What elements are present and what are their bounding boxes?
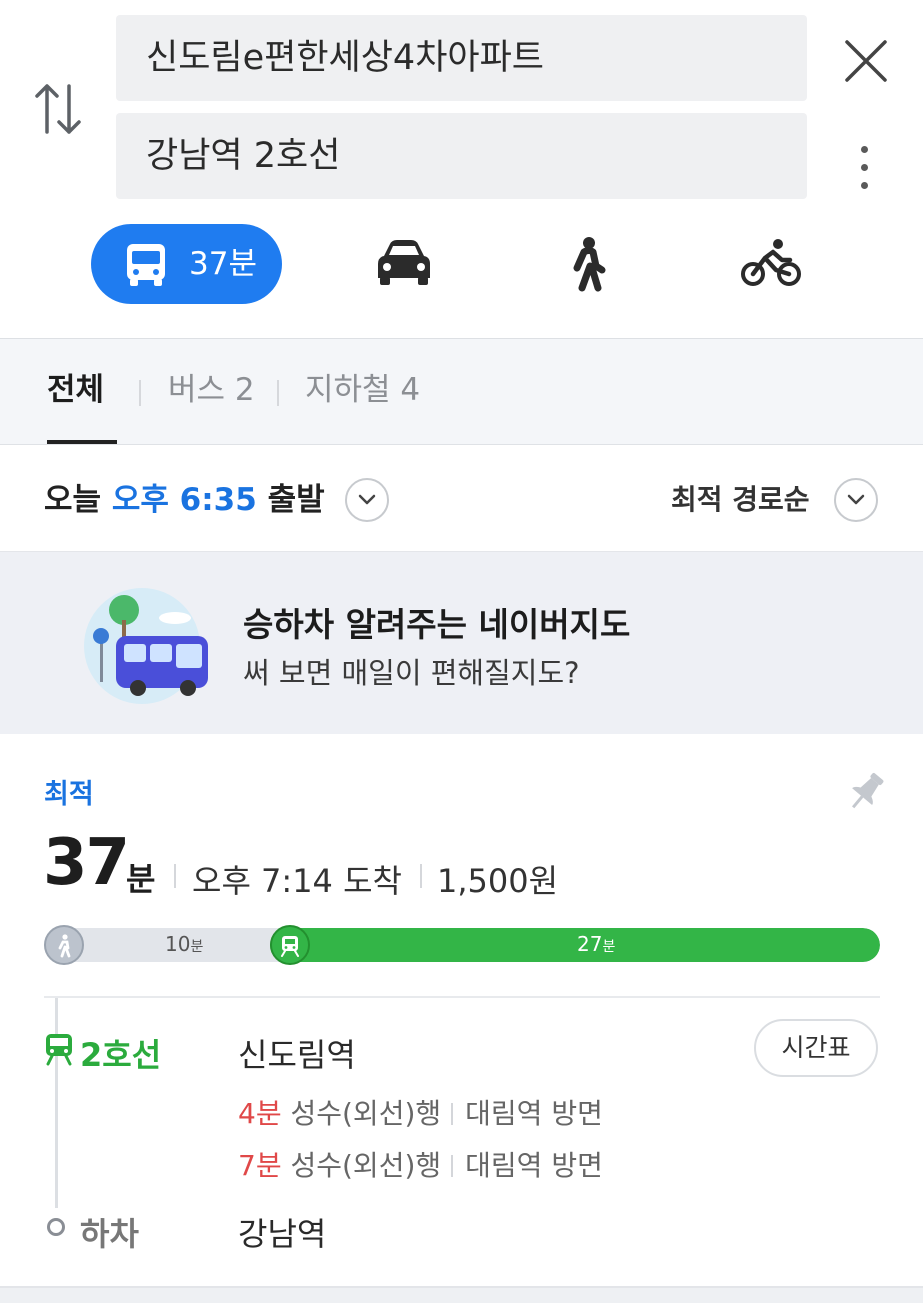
alight-label: 하차 [80,1215,139,1253]
walk-segment-duration: 10분 [165,932,204,956]
more-dot [861,164,868,171]
promo-banner[interactable]: 승하차 알려주는 네이버지도 써 보면 매일이 편해질지도? [0,551,923,734]
transit-mode-tab[interactable]: 37분 [91,224,282,304]
best-route-badge: 최적 [44,779,94,810]
departure-day: 오늘 [44,482,102,518]
close-button[interactable] [841,36,891,86]
walk-icon [573,237,606,292]
pin-icon [851,772,884,809]
tab-all[interactable]: 전체 [47,339,104,442]
departure-row: 오늘 오후 6:35 출발 최적 경로순 [0,445,923,551]
banner-subtitle: 써 보면 매일이 편해질지도? [243,656,580,690]
destination-field[interactable]: 강남역 2호선 [116,113,807,199]
arrival-info: 7분 성수(외선)행 대림역 방면 [238,1144,603,1184]
tab-divider [277,380,279,406]
arrival-info: 4분 성수(외선)행 대림역 방면 [238,1092,603,1132]
route-type-tabs: 전체 버스 2 지하철 4 [0,338,923,445]
alighting-station[interactable]: 강남역 [238,1209,326,1255]
banner-title: 승하차 알려주는 네이버지도 [243,605,631,644]
timetable-button[interactable]: 시간표 [754,1019,878,1077]
boarding-station[interactable]: 신도림역 [238,1030,356,1076]
more-dot [861,146,868,153]
car-icon [378,240,430,285]
fare: 1,500원 [437,862,559,900]
route-timeline-line [55,998,58,1208]
sort-dropdown-button[interactable] [834,478,878,522]
chevron-down-icon [358,494,376,505]
arrival-divider [451,1103,454,1125]
departure-time: 오후 6:35 [111,482,257,518]
arrival-minutes: 4분 [238,1097,282,1130]
bike-mode-tab[interactable] [738,224,804,304]
sort-order-label[interactable]: 최적 경로순 [671,445,810,555]
arrival-divider [451,1155,454,1177]
arrival-destination: 성수(외선)행 [290,1149,442,1182]
subway-icon [46,1034,72,1066]
swap-arrows-icon [35,84,81,134]
more-dot [861,182,868,189]
departure-suffix: 출발 [267,482,325,518]
active-tab-indicator [47,440,117,444]
subway-line-name: 2호선 [80,1036,162,1074]
chevron-down-icon [847,494,865,505]
more-options-button[interactable] [848,140,880,196]
walk-icon [58,934,71,958]
origin-field[interactable]: 신도림e편한세상4차아파트 [116,15,807,101]
bus-icon [127,244,165,286]
transit-duration-label: 37분 [189,246,257,282]
arrival-direction: 대림역 방면 [465,1097,603,1130]
departure-time-selector[interactable]: 오늘 오후 6:35 출발 [44,445,325,555]
tab-divider [139,380,141,406]
close-icon [845,40,887,82]
walk-mode-tab[interactable] [560,224,616,304]
arrival-minutes: 7분 [238,1149,282,1182]
bus-illustration-icon [84,588,208,704]
alight-marker-icon [47,1218,65,1236]
walk-segment-marker [44,925,84,965]
info-divider [420,864,422,888]
departure-dropdown-button[interactable] [345,478,389,522]
route-card[interactable]: 최적 37 분 오후 7:14 도착 1,500원 10분 27분 2호선 신도… [0,734,923,1286]
arrival-direction: 대림역 방면 [465,1149,603,1182]
swap-route-button[interactable] [30,78,88,140]
total-duration-unit: 분 [126,860,156,898]
bicycle-icon [741,239,801,286]
card-divider [44,996,880,998]
car-mode-tab[interactable] [372,224,436,304]
total-duration-value: 37 [43,826,130,900]
arrival-destination: 성수(외선)행 [290,1097,442,1130]
route-search-panel: 신도림e편한세상4차아파트 강남역 2호선 37분 [0,0,923,338]
subway-segment-bar [270,928,880,962]
pin-route-button[interactable] [846,770,886,814]
tab-subway[interactable]: 지하철 4 [305,339,420,442]
subway-segment-marker [270,925,310,965]
arrival-time: 오후 7:14 도착 [192,862,402,900]
info-divider [174,864,176,888]
tab-bus[interactable]: 버스 2 [168,339,255,442]
subway-icon [281,936,299,957]
next-card-edge [0,1286,923,1303]
subway-segment-duration: 27분 [577,932,616,956]
